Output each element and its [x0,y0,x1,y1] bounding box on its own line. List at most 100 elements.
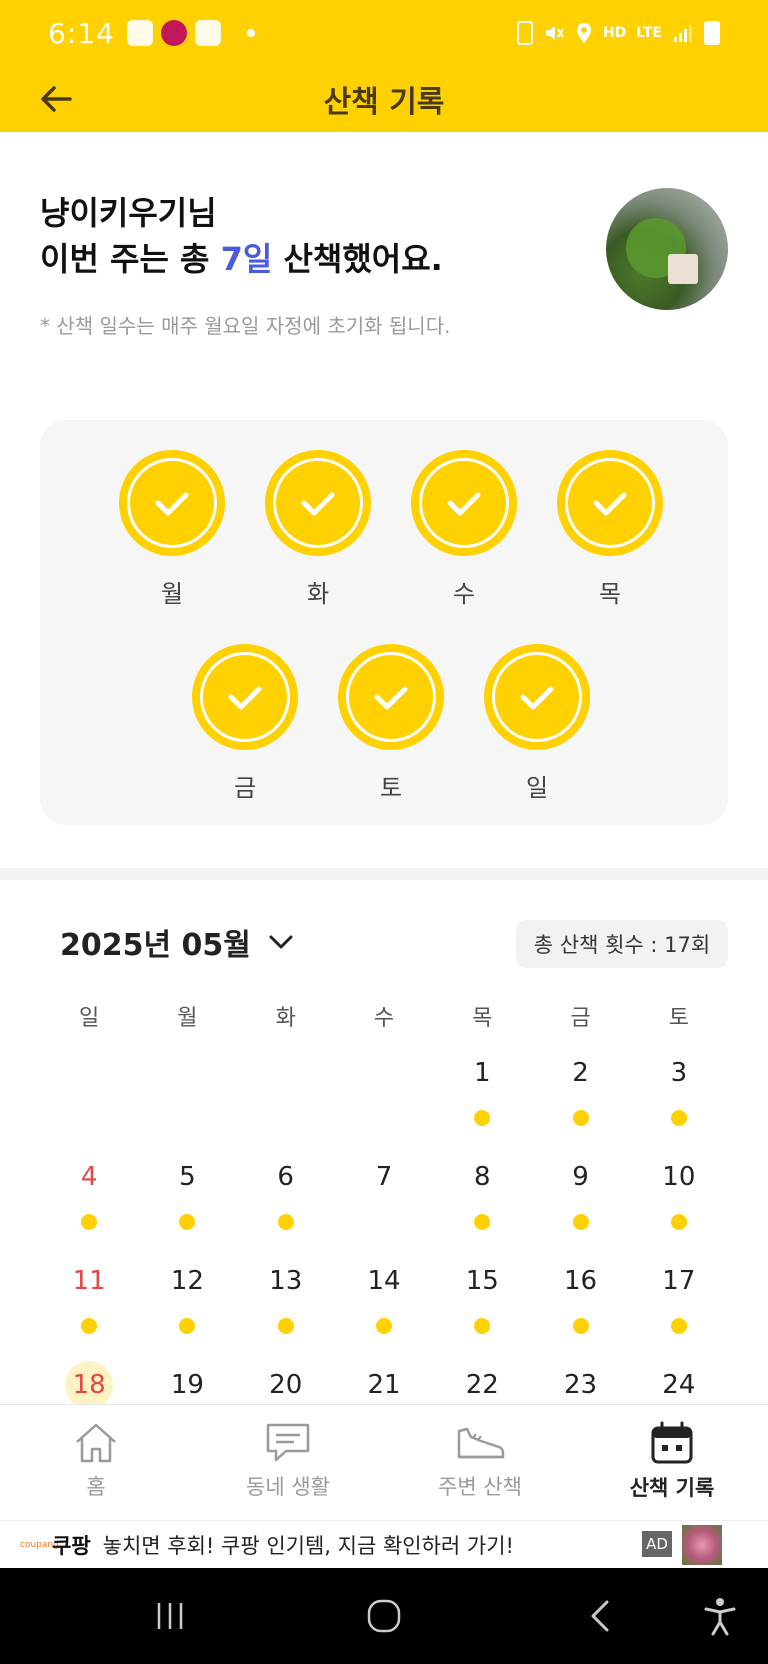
ad-text: 놓치면 후회! 쿠팡 인기템, 지금 확인하러 가기! [102,1533,514,1558]
check-circle [119,450,225,556]
month-selector[interactable]: 2025년 05월 [60,920,297,964]
walk-dot [474,1214,491,1230]
walk-dot [670,1318,687,1334]
walk-dot [670,1214,687,1230]
calendar-day-number: 23 [564,1370,598,1400]
calendar-empty-cell [335,1044,433,1148]
calendar-day[interactable]: 6 [237,1148,335,1252]
chevron-down-icon [269,935,293,949]
calendar-day[interactable]: 10 [630,1148,728,1252]
pill-icon [194,20,221,46]
calendar-day-number: 16 [564,1266,598,1296]
home-button[interactable] [354,1568,414,1664]
tab-home-label: 홈 [86,1474,106,1499]
calendar-day-number: 2 [572,1058,589,1088]
checkmark-icon [447,492,481,516]
calendar-day[interactable]: 9 [531,1148,629,1252]
calendar-day[interactable]: 16 [531,1252,629,1356]
calendar-day[interactable]: 7 [335,1148,433,1252]
battery-icon [704,21,720,45]
notification-app-icon [126,20,153,46]
calendar-day-number: 9 [572,1162,589,1192]
weekly-summary: 냥이키우기님 이번 주는 총 7일 산책했어요. [40,190,443,282]
check-circle-inner [565,458,655,548]
more-notifications-dot [246,29,255,37]
user-name: 냥이키우기님 [40,194,217,232]
calendar-day-number: 20 [269,1370,303,1400]
profile-avatar[interactable] [606,188,728,310]
tab-walk-record-label: 산책 기록 [629,1475,715,1500]
weekday-label: 금 [233,774,257,802]
system-back-button[interactable] [570,1568,630,1664]
system-status-icons: HD LTE [516,21,720,45]
check-circle-inner [200,652,290,742]
back-arrow-icon[interactable] [36,79,76,119]
system-nav-bar [0,1568,768,1664]
calendar-day[interactable]: 3 [630,1044,728,1148]
calendar-day[interactable]: 11 [40,1252,138,1356]
calendar-day-number: 11 [72,1266,106,1296]
weekly-check-panel: 월 화 수 목금 토 일 [40,420,728,825]
calendar-day[interactable]: 12 [138,1252,236,1356]
calendar-day-number: 21 [367,1370,401,1400]
weekday-header-6: 토 [668,1006,689,1031]
weekday-label: 토 [379,774,403,802]
walk-dot [474,1110,491,1126]
accessibility-button[interactable] [690,1568,750,1664]
mute-icon [545,26,564,40]
calendar-day-number: 17 [662,1266,696,1296]
calendar-day-number: 15 [465,1266,499,1296]
calendar-empty-cell [138,1044,236,1148]
recent-apps-button[interactable] [140,1568,200,1664]
location-icon [576,23,591,43]
ad-tag: AD [642,1531,672,1557]
coupang-logo: coupang [20,1539,59,1550]
calendar-empty-cell [40,1044,138,1148]
app-root: 6:14 HD LTE 산책 기록 냥이키우기님 이번 주는 총 7일 산책했어… [0,0,768,1664]
calendar-day[interactable]: 17 [630,1252,728,1356]
calendar-day-number: 1 [474,1058,491,1088]
tab-walk-record[interactable]: 산책 기록 [576,1405,768,1516]
check-circle [265,450,371,556]
status-time: 6:14 [48,16,115,50]
walk-dot [572,1318,589,1334]
checkmark-icon [301,492,335,516]
tab-community[interactable]: 동네 생활 [192,1405,384,1516]
ad-brand: 쿠팡 [52,1533,91,1558]
weekday-header-1: 월 [177,1006,198,1031]
checkmark-icon [155,492,189,516]
calendar-day[interactable]: 2 [531,1044,629,1148]
app-bar: 산책 기록 [0,66,768,132]
walk-dot [81,1214,98,1230]
calendar-day-number: 19 [170,1370,204,1400]
walk-dot [277,1214,294,1230]
hd-label: HD [602,25,627,41]
weekday-label: 수 [452,580,476,608]
tab-community-label: 동네 생활 [246,1474,330,1499]
calendar-day[interactable]: 5 [138,1148,236,1252]
calendar-day-number: 6 [277,1162,294,1192]
calendar-day[interactable]: 14 [335,1252,433,1356]
walk-dot [375,1318,392,1334]
ad-banner[interactable]: coupang 쿠팡 놓치면 후회! 쿠팡 인기템, 지금 확인하러 가기! A… [0,1520,768,1568]
weekday-header-5: 금 [570,1006,591,1031]
signal-icon [674,25,692,42]
weekday-header-4: 목 [472,1006,493,1031]
tab-nearby-walk[interactable]: 주변 산책 [384,1405,576,1516]
home-icon [76,1423,116,1462]
check-circle [484,644,590,750]
reset-note: * 산책 일수는 매주 월요일 자정에 초기화 됩니다. [40,314,451,338]
calendar-day[interactable]: 13 [237,1252,335,1356]
calendar-day[interactable]: 1 [433,1044,531,1148]
notification-icons [126,20,255,46]
tab-home[interactable]: 홈 [0,1405,192,1516]
calendar-day[interactable]: 15 [433,1252,531,1356]
calendar-day[interactable]: 8 [433,1148,531,1252]
checkmark-icon [228,686,262,710]
weekly-message-suffix: 산책했어요. [272,240,443,278]
calendar-day-number: 8 [474,1162,491,1192]
calendar-day-number: 10 [662,1162,696,1192]
walk-dot [474,1318,491,1334]
chat-icon [266,1423,310,1461]
calendar-day[interactable]: 4 [40,1148,138,1252]
